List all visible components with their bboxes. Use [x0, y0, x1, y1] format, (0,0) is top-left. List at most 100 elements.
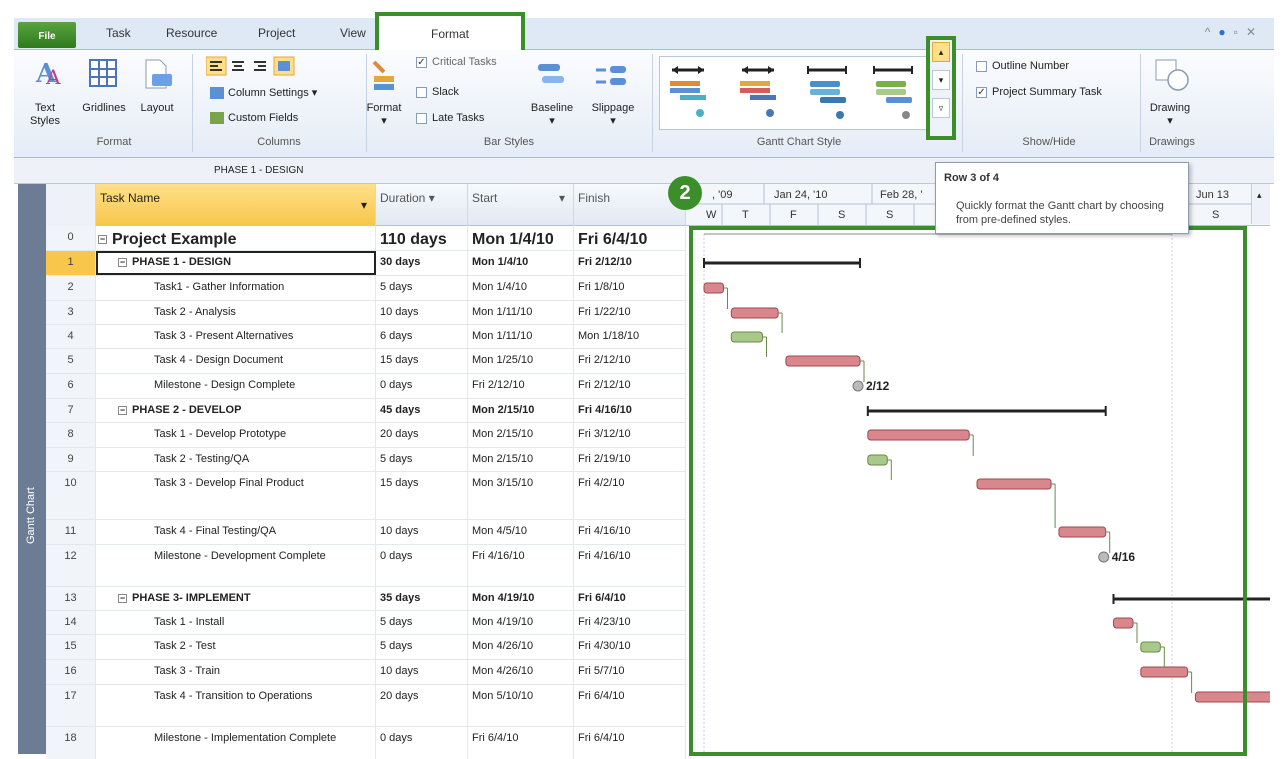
table-row[interactable]: 15 Task 2 - Test 5 days Mon 4/26/10 Fri 4/30… — [46, 635, 686, 660]
task-finish[interactable]: Fri 6/4/10 — [574, 587, 686, 610]
task-name[interactable]: Task 1 - Install — [96, 611, 376, 634]
task-duration[interactable]: 15 days — [376, 472, 468, 519]
task-name[interactable]: − PHASE 2 - DEVELOP — [96, 399, 376, 422]
task-id[interactable]: 16 — [46, 660, 96, 684]
header-start[interactable]: Start ▾ — [468, 184, 574, 226]
task-duration[interactable]: 5 days — [376, 635, 468, 659]
text-styles-icon[interactable]: AA — [34, 58, 62, 91]
task-id[interactable]: 13 — [46, 587, 96, 610]
minimize-ribbon-icon[interactable]: ^ — [1205, 25, 1219, 39]
project-summary-task-check[interactable]: ✓ — [976, 86, 987, 98]
table-row[interactable]: 3 Task 2 - Analysis 10 days Mon 1/11/10 Fri … — [46, 301, 686, 325]
task-start[interactable]: Mon 1/4/10 — [468, 251, 574, 275]
task-start[interactable]: Fri 6/4/10 — [468, 727, 574, 759]
task-start[interactable]: Mon 2/15/10 — [468, 399, 574, 422]
header-duration[interactable]: Duration ▾ — [376, 184, 468, 226]
header-id[interactable] — [46, 184, 96, 226]
task-finish[interactable]: Fri 2/12/10 — [574, 251, 686, 275]
task-name[interactable]: Task 3 - Develop Final Product — [96, 472, 376, 519]
task-name[interactable]: Milestone - Implementation Complete — [96, 727, 376, 759]
table-row[interactable]: 9 Task 2 - Testing/QA 5 days Mon 2/15/10 Fri… — [46, 448, 686, 472]
task-duration[interactable]: 35 days — [376, 587, 468, 610]
critical-tasks-check[interactable]: ✓ — [416, 56, 427, 68]
slippage-label[interactable]: Slippage ▾ — [582, 102, 644, 128]
outline-number-checkbox[interactable]: Outline Number — [976, 60, 1069, 72]
task-duration[interactable]: 0 days — [376, 545, 468, 586]
task-name[interactable]: Task 4 - Design Document — [96, 349, 376, 373]
task-finish[interactable]: Fri 3/12/10 — [574, 423, 686, 447]
task-finish[interactable]: Fri 2/12/10 — [574, 349, 686, 373]
table-row[interactable]: 14 Task 1 - Install 5 days Mon 4/19/10 Fri 4… — [46, 611, 686, 635]
task-id[interactable]: 14 — [46, 611, 96, 634]
task-name-dropdown-icon[interactable]: ▾ — [361, 198, 367, 212]
table-row[interactable]: 16 Task 3 - Train 10 days Mon 4/26/10 Fri 5/… — [46, 660, 686, 685]
entry-bar-value[interactable]: PHASE 1 - DESIGN — [214, 165, 303, 176]
table-row[interactable]: 18 Milestone - Implementation Complete 0 d… — [46, 727, 686, 759]
task-id[interactable]: 17 — [46, 685, 96, 726]
header-task-name[interactable]: Task Name ▾ — [96, 184, 376, 226]
drawing-label[interactable]: Drawing ▾ — [1142, 102, 1198, 128]
task-start[interactable]: Mon 5/10/10 — [468, 685, 574, 726]
task-id[interactable]: 9 — [46, 448, 96, 471]
gallery-scroll-controls[interactable]: ▴ ▾ ▿ — [926, 36, 956, 140]
table-row[interactable]: 4 Task 3 - Present Alternatives 6 days Mon … — [46, 325, 686, 349]
task-duration[interactable]: 10 days — [376, 520, 468, 544]
task-duration[interactable]: 45 days — [376, 399, 468, 422]
task-finish[interactable]: Fri 4/2/10 — [574, 472, 686, 519]
gallery-scroll-up[interactable]: ▴ — [932, 42, 950, 62]
task-name[interactable]: Milestone - Development Complete — [96, 545, 376, 586]
task-name[interactable]: Task 3 - Present Alternatives — [96, 325, 376, 348]
task-start[interactable]: Mon 1/11/10 — [468, 301, 574, 324]
table-row[interactable]: 10 Task 3 - Develop Final Product 15 days M… — [46, 472, 686, 520]
task-name[interactable]: Task 2 - Analysis — [96, 301, 376, 324]
task-start[interactable]: Mon 4/19/10 — [468, 611, 574, 634]
task-finish[interactable]: Fri 2/19/10 — [574, 448, 686, 471]
table-row[interactable]: 11 Task 4 - Final Testing/QA 10 days Mon 4/… — [46, 520, 686, 545]
slack-checkbox[interactable]: Slack — [416, 86, 459, 98]
window-controls[interactable]: ^●▫✕ — [1205, 25, 1264, 39]
task-finish[interactable]: Fri 1/8/10 — [574, 276, 686, 300]
task-finish[interactable]: Fri 4/30/10 — [574, 635, 686, 659]
task-start[interactable]: Mon 1/4/10 — [468, 226, 574, 250]
view-bar[interactable]: Gantt Chart — [18, 184, 46, 754]
baseline-icon[interactable] — [536, 62, 566, 91]
task-id[interactable]: 8 — [46, 423, 96, 447]
task-name[interactable]: Milestone - Design Complete — [96, 374, 376, 398]
task-name[interactable]: Task 4 - Final Testing/QA — [96, 520, 376, 544]
gridlines-label[interactable]: Gridlines — [78, 102, 130, 115]
task-id[interactable]: 0 — [46, 226, 96, 250]
task-start[interactable]: Mon 1/4/10 — [468, 276, 574, 300]
chart-scroll-up[interactable]: ▴ — [1251, 184, 1270, 224]
task-duration[interactable]: 5 days — [376, 448, 468, 471]
task-finish[interactable]: Fri 4/16/10 — [574, 545, 686, 586]
task-finish[interactable]: Fri 6/4/10 — [574, 685, 686, 726]
task-id[interactable]: 2 — [46, 276, 96, 300]
task-name[interactable]: Task1 - Gather Information — [96, 276, 376, 300]
task-start[interactable]: Mon 1/11/10 — [468, 325, 574, 348]
table-row[interactable]: 13− PHASE 3- IMPLEMENT 35 days Mon 4/19/10 F… — [46, 587, 686, 611]
collapse-toggle-icon[interactable]: − — [118, 593, 127, 603]
task-duration[interactable]: 15 days — [376, 349, 468, 373]
start-dropdown-icon[interactable]: ▾ — [559, 191, 565, 205]
baseline-label[interactable]: Baseline ▾ — [524, 102, 580, 128]
task-duration[interactable]: 30 days — [376, 251, 468, 275]
slack-check[interactable] — [416, 86, 427, 98]
task-start[interactable]: Mon 3/15/10 — [468, 472, 574, 519]
task-start[interactable]: Mon 4/5/10 — [468, 520, 574, 544]
task-finish[interactable]: Fri 4/23/10 — [574, 611, 686, 634]
task-duration[interactable]: 110 days — [376, 226, 468, 250]
task-start[interactable]: Mon 4/26/10 — [468, 635, 574, 659]
table-row[interactable]: 6 Milestone - Design Complete 0 days Fri 2/… — [46, 374, 686, 399]
task-finish[interactable]: Fri 2/12/10 — [574, 374, 686, 398]
project-summary-task-checkbox[interactable]: ✓ Project Summary Task — [976, 86, 1102, 98]
task-id[interactable]: 7 — [46, 399, 96, 422]
table-row[interactable]: 1− PHASE 1 - DESIGN 30 days Mon 1/4/10 Fri 2… — [46, 251, 686, 276]
layout-label[interactable]: Layout — [136, 102, 178, 115]
format-bar-icon[interactable] — [370, 58, 398, 95]
task-duration[interactable]: 20 days — [376, 423, 468, 447]
collapse-toggle-icon[interactable]: − — [118, 257, 127, 267]
collapse-toggle-icon[interactable]: − — [98, 235, 107, 245]
task-start[interactable]: Mon 4/19/10 — [468, 587, 574, 610]
task-duration[interactable]: 5 days — [376, 611, 468, 634]
task-name[interactable]: − PHASE 1 - DESIGN — [96, 251, 376, 275]
